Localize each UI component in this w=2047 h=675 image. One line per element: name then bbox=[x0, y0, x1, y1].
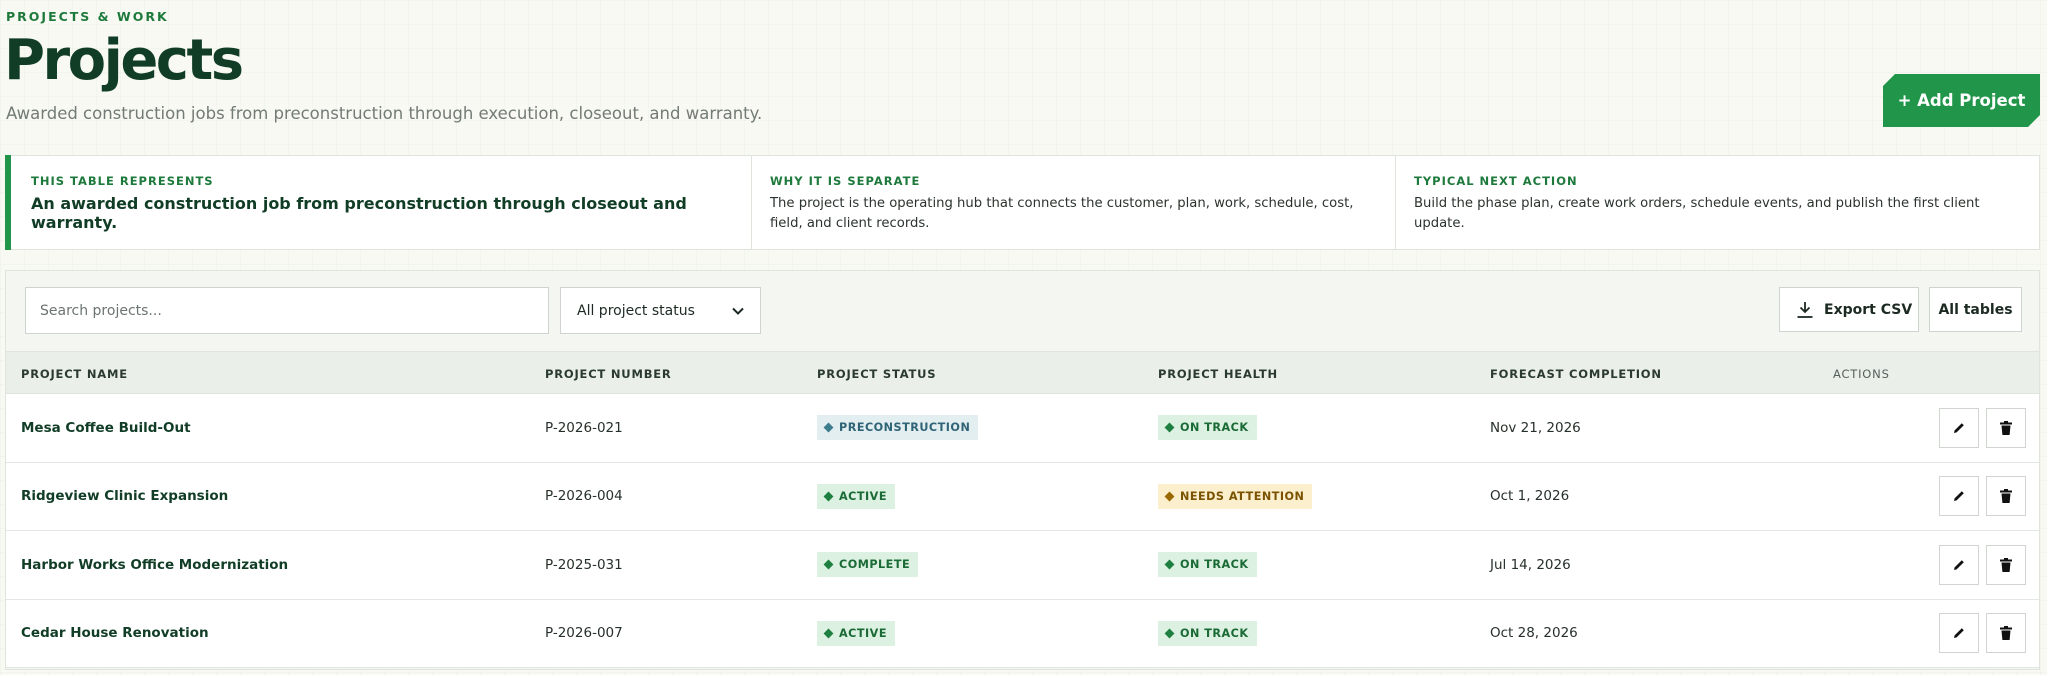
info-separate-text: The project is the operating hub that co… bbox=[770, 196, 1354, 231]
project-health: ON TRACK bbox=[1158, 531, 1257, 599]
diamond-icon bbox=[823, 559, 834, 570]
project-health: ON TRACK bbox=[1158, 600, 1257, 668]
diamond-icon bbox=[1164, 559, 1175, 570]
export-csv-button[interactable]: Export CSV bbox=[1779, 287, 1919, 332]
projects-table-card: All project status Export CSV All tables… bbox=[5, 270, 2040, 670]
column-header-number[interactable]: PROJECT NUMBER bbox=[545, 352, 672, 395]
project-name[interactable]: Cedar House Renovation bbox=[21, 600, 209, 668]
add-project-button[interactable]: + Add Project bbox=[1883, 74, 2040, 127]
project-number: P-2026-004 bbox=[545, 488, 623, 505]
health-badge-label: ON TRACK bbox=[1180, 558, 1249, 572]
pencil-icon bbox=[1954, 559, 1964, 570]
edit-button[interactable] bbox=[1939, 476, 1979, 517]
all-tables-button[interactable]: All tables bbox=[1929, 287, 2022, 332]
info-separate-label: WHY IT IS SEPARATE bbox=[770, 174, 921, 188]
project-name[interactable]: Mesa Coffee Build-Out bbox=[21, 394, 191, 462]
status-badge: ACTIVE bbox=[817, 620, 895, 646]
chevron-down-icon bbox=[732, 307, 744, 315]
edit-button[interactable] bbox=[1939, 613, 1979, 654]
project-status-select-value: All project status bbox=[577, 302, 695, 319]
column-header-health[interactable]: PROJECT HEALTH bbox=[1158, 352, 1278, 395]
status-badge-label: ACTIVE bbox=[839, 626, 887, 640]
info-separate: WHY IT IS SEPARATE The project is the op… bbox=[752, 156, 1396, 249]
forecast-completion: Oct 1, 2026 bbox=[1490, 488, 1570, 505]
download-icon bbox=[1797, 301, 1813, 318]
health-badge-label: NEEDS ATTENTION bbox=[1180, 489, 1305, 503]
search-input[interactable] bbox=[25, 287, 549, 334]
pencil-icon bbox=[1954, 491, 1964, 502]
project-number: P-2026-021 bbox=[545, 419, 623, 436]
project-health: ON TRACK bbox=[1158, 394, 1257, 462]
project-number: P-2025-031 bbox=[545, 556, 623, 573]
health-badge-label: ON TRACK bbox=[1180, 626, 1249, 640]
status-badge-label: PRECONSTRUCTION bbox=[839, 421, 971, 435]
project-status: ACTIVE bbox=[817, 463, 895, 531]
forecast-completion: Oct 28, 2026 bbox=[1490, 625, 1578, 642]
info-represents-label: THIS TABLE REPRESENTS bbox=[31, 174, 214, 188]
table-row[interactable]: Cedar House Renovation P-2026-007 ACTIVE… bbox=[6, 599, 2039, 668]
page-subtitle: Awarded construction jobs from preconstr… bbox=[6, 104, 763, 123]
delete-button[interactable] bbox=[1986, 544, 2026, 585]
project-number: P-2026-007 bbox=[545, 625, 623, 642]
section-eyebrow: PROJECTS & WORK bbox=[6, 9, 169, 24]
forecast-completion: Jul 14, 2026 bbox=[1490, 556, 1571, 573]
trash-icon bbox=[2000, 420, 2012, 435]
export-csv-label: Export CSV bbox=[1824, 301, 1913, 318]
info-next-text: Build the phase plan, create work orders… bbox=[1414, 196, 1980, 231]
project-name[interactable]: Ridgeview Clinic Expansion bbox=[21, 463, 228, 531]
info-represents-text: An awarded construction job from precons… bbox=[31, 194, 687, 232]
table-toolbar: All project status Export CSV All tables bbox=[6, 271, 2039, 351]
health-badge: ON TRACK bbox=[1158, 415, 1257, 441]
pencil-icon bbox=[1954, 628, 1964, 639]
status-badge-label: COMPLETE bbox=[839, 558, 911, 572]
status-badge: ACTIVE bbox=[817, 483, 895, 509]
table-row[interactable]: Mesa Coffee Build-Out P-2026-021 PRECONS… bbox=[6, 394, 2039, 463]
column-header-actions: ACTIONS bbox=[1833, 366, 1890, 381]
page-title: Projects bbox=[4, 28, 244, 93]
project-name[interactable]: Harbor Works Office Modernization bbox=[21, 531, 288, 599]
table-header: PROJECT NAME PROJECT NUMBER PROJECT STAT… bbox=[6, 351, 2039, 394]
delete-button[interactable] bbox=[1986, 613, 2026, 654]
status-badge: COMPLETE bbox=[817, 552, 919, 578]
diamond-icon bbox=[823, 491, 834, 502]
diamond-icon bbox=[1164, 491, 1175, 502]
health-badge: NEEDS ATTENTION bbox=[1158, 483, 1313, 509]
project-status: COMPLETE bbox=[817, 531, 919, 599]
trash-icon bbox=[2000, 489, 2012, 504]
table-row[interactable]: Ridgeview Clinic Expansion P-2026-004 AC… bbox=[6, 462, 2039, 531]
diamond-icon bbox=[1164, 422, 1175, 433]
trash-icon bbox=[2000, 626, 2012, 641]
health-badge: ON TRACK bbox=[1158, 620, 1257, 646]
table-row[interactable]: Harbor Works Office Modernization P-2025… bbox=[6, 531, 2039, 600]
diamond-icon bbox=[823, 628, 834, 639]
delete-button[interactable] bbox=[1986, 407, 2026, 448]
status-badge: PRECONSTRUCTION bbox=[817, 415, 979, 441]
pencil-icon bbox=[1954, 422, 1964, 433]
health-badge-label: ON TRACK bbox=[1180, 421, 1249, 435]
trash-icon bbox=[2000, 557, 2012, 572]
health-badge: ON TRACK bbox=[1158, 552, 1257, 578]
table-info-strip: THIS TABLE REPRESENTS An awarded constru… bbox=[5, 155, 2040, 250]
diamond-icon bbox=[823, 422, 834, 433]
status-badge-label: ACTIVE bbox=[839, 489, 887, 503]
info-next-label: TYPICAL NEXT ACTION bbox=[1414, 174, 1578, 188]
project-health: NEEDS ATTENTION bbox=[1158, 463, 1313, 531]
edit-button[interactable] bbox=[1939, 544, 1979, 585]
column-header-name[interactable]: PROJECT NAME bbox=[21, 352, 128, 395]
edit-button[interactable] bbox=[1939, 407, 1979, 448]
project-status: PRECONSTRUCTION bbox=[817, 394, 979, 462]
delete-button[interactable] bbox=[1986, 476, 2026, 517]
column-header-forecast[interactable]: FORECAST COMPLETION bbox=[1490, 352, 1662, 395]
info-next-action: TYPICAL NEXT ACTION Build the phase plan… bbox=[1396, 156, 2039, 249]
project-status-select[interactable]: All project status bbox=[560, 287, 761, 334]
forecast-completion: Nov 21, 2026 bbox=[1490, 419, 1581, 436]
table-body: Mesa Coffee Build-Out P-2026-021 PRECONS… bbox=[6, 394, 2039, 668]
project-status: ACTIVE bbox=[817, 600, 895, 668]
info-represents: THIS TABLE REPRESENTS An awarded constru… bbox=[6, 156, 752, 249]
diamond-icon bbox=[1164, 628, 1175, 639]
column-header-status[interactable]: PROJECT STATUS bbox=[817, 352, 936, 395]
